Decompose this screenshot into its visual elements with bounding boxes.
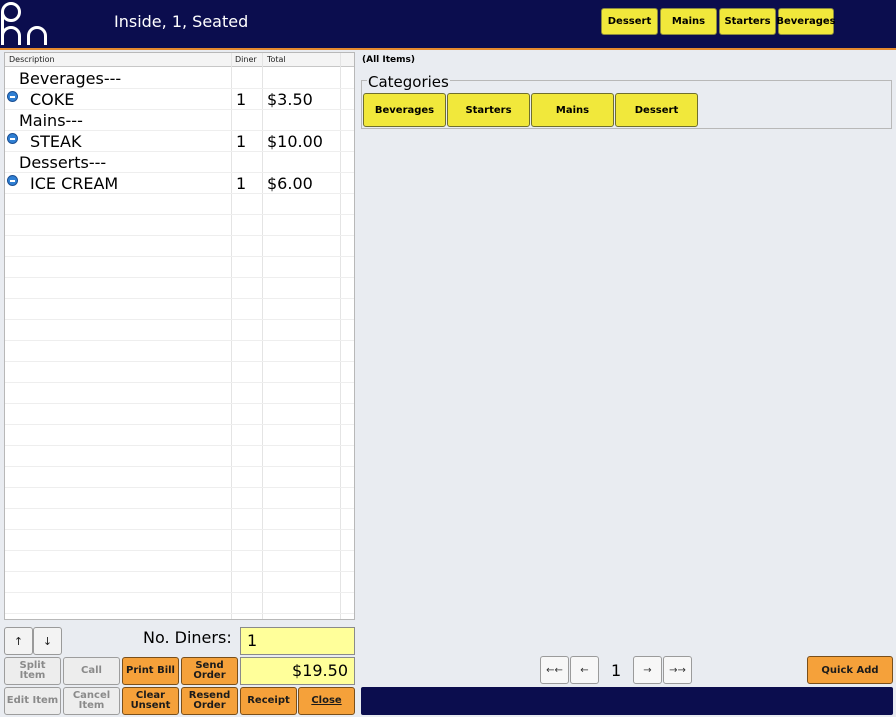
item-total: $10.00	[267, 132, 323, 151]
grid-row-divider	[5, 130, 354, 131]
category-dessert-button[interactable]: Dessert	[615, 93, 698, 127]
scroll-up-button[interactable]: ↑	[4, 627, 33, 655]
grid-row-divider	[5, 151, 354, 152]
grid-col-divider	[262, 53, 263, 619]
item-total: $3.50	[267, 90, 313, 109]
header-starters-button[interactable]: Starters	[719, 8, 776, 35]
grid-col-divider	[340, 53, 341, 619]
item-diner: 1	[236, 90, 247, 109]
send-order-button[interactable]: Send Order	[181, 657, 238, 685]
item-description[interactable]: STEAK	[30, 132, 81, 151]
quick-add-button[interactable]: Quick Add	[807, 656, 893, 684]
print-bill-button[interactable]: Print Bill	[122, 657, 179, 685]
close-button[interactable]: Close	[298, 687, 355, 715]
scroll-down-button[interactable]: ↓	[33, 627, 62, 655]
call-button[interactable]: Call	[63, 657, 120, 685]
page-number: 1	[611, 661, 622, 680]
grid-col-divider	[231, 53, 232, 619]
grid-row-divider	[5, 256, 354, 257]
grid-row-divider	[5, 88, 354, 89]
grid-row-divider	[5, 214, 354, 215]
first-page-button[interactable]: ←←	[540, 656, 569, 684]
category-starters-button[interactable]: Starters	[447, 93, 530, 127]
category-beverages-button[interactable]: Beverages	[363, 93, 446, 127]
column-total: Total	[267, 55, 286, 64]
order-total: $19.50	[240, 657, 355, 685]
app-logo-icon	[1, 2, 47, 46]
prev-page-button[interactable]: ←	[570, 656, 599, 684]
header-dessert-button[interactable]: Dessert	[601, 8, 658, 35]
grid-row-divider	[5, 424, 354, 425]
grid-row-divider	[5, 403, 354, 404]
header-divider	[0, 48, 896, 50]
sent-item-icon	[7, 91, 18, 102]
item-diner: 1	[236, 132, 247, 151]
grid-row-divider	[5, 109, 354, 110]
receipt-button[interactable]: Receipt	[240, 687, 297, 715]
grid-row-divider	[5, 466, 354, 467]
grid-row-divider	[5, 361, 354, 362]
resend-order-button[interactable]: Resend Order	[181, 687, 238, 715]
split-item-button[interactable]: Split Item	[4, 657, 61, 685]
grid-row-divider	[5, 172, 354, 173]
cancel-item-button[interactable]: Cancel Item	[63, 687, 120, 715]
next-page-button[interactable]: →	[633, 656, 662, 684]
group-row-beverages[interactable]: Beverages---	[19, 69, 121, 88]
group-row-desserts[interactable]: Desserts---	[19, 153, 106, 172]
last-page-button[interactable]: →→	[663, 656, 692, 684]
column-description: Description	[9, 55, 55, 64]
item-description[interactable]: COKE	[30, 90, 74, 109]
grid-row-divider	[5, 298, 354, 299]
grid-row-divider	[5, 613, 354, 614]
grid-row-divider	[5, 550, 354, 551]
group-row-mains[interactable]: Mains---	[19, 111, 83, 130]
grid-row-divider	[5, 277, 354, 278]
category-mains-button[interactable]: Mains	[531, 93, 614, 127]
status-bar	[361, 687, 893, 715]
header-mains-button[interactable]: Mains	[660, 8, 717, 35]
item-diner: 1	[236, 174, 247, 193]
clear-unsent-button[interactable]: Clear Unsent	[122, 687, 179, 715]
sent-item-icon	[7, 133, 18, 144]
edit-item-button[interactable]: Edit Item	[4, 687, 61, 715]
categories-title: Categories	[367, 73, 450, 91]
diners-label: No. Diners:	[143, 628, 232, 647]
grid-row-divider	[5, 592, 354, 593]
grid-row-divider	[5, 382, 354, 383]
order-grid[interactable]: Description Diner Total Beverages--- COK…	[4, 52, 355, 620]
grid-row-divider	[5, 340, 354, 341]
grid-row-divider	[5, 445, 354, 446]
grid-row-divider	[5, 235, 354, 236]
grid-row-divider	[5, 487, 354, 488]
column-diner: Diner	[235, 55, 257, 64]
diners-input[interactable]: 1	[240, 627, 355, 655]
grid-row-divider	[5, 508, 354, 509]
grid-row-divider	[5, 319, 354, 320]
grid-row-divider	[5, 571, 354, 572]
sent-item-icon	[7, 175, 18, 186]
grid-header: Description Diner Total	[5, 53, 354, 67]
header-beverages-button[interactable]: Beverages	[776, 8, 836, 35]
header-bar: Inside, 1, Seated Dessert Mains Starters…	[0, 0, 896, 48]
item-total: $6.00	[267, 174, 313, 193]
table-status-title: Inside, 1, Seated	[114, 12, 249, 31]
grid-row-divider	[5, 529, 354, 530]
grid-row-divider	[5, 193, 354, 194]
item-description[interactable]: ICE CREAM	[30, 174, 118, 193]
filter-label: (All Items)	[362, 55, 415, 65]
